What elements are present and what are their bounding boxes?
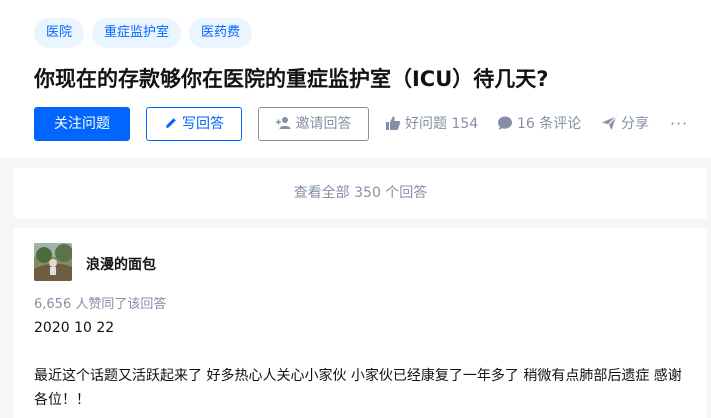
topic-tag[interactable]: 医药费 — [189, 18, 253, 48]
thumbs-up-icon — [385, 116, 405, 132]
add-user-icon — [275, 116, 296, 132]
comments-button[interactable]: 16 条评论 — [497, 107, 581, 141]
pencil-icon — [164, 116, 182, 132]
share-button[interactable]: 分享 — [601, 107, 649, 141]
question-actions: 关注问题 写回答 邀请回答 好问题 154 16 条评论 分享 ··· — [34, 107, 694, 141]
question-title[interactable]: 你现在的存款够你在医院的重症监护室（ICU）待几天? — [34, 63, 548, 93]
view-all-answers-label: 查看全部 350 个回答 — [293, 185, 428, 201]
write-answer-label: 写回答 — [182, 116, 224, 132]
topic-tags: 医院 重症监护室 医药费 — [34, 18, 253, 48]
paper-plane-icon — [601, 116, 621, 132]
answer-card: 浪漫的面包 6,656 人赞同了该回答 2020 10 22 最近这个话题又活跃… — [14, 228, 707, 418]
author-name[interactable]: 浪漫的面包 — [86, 254, 156, 274]
invite-answer-label: 邀请回答 — [295, 116, 352, 132]
view-all-answers-button[interactable]: 查看全部 350 个回答 — [14, 168, 707, 218]
invite-answer-button[interactable]: 邀请回答 — [258, 107, 369, 141]
topic-tag[interactable]: 医院 — [34, 18, 85, 48]
answer-content: 最近这个话题又活跃起来了 好多热心人关心小家伙 小家伙已经康复了一年多了 稍微有… — [34, 368, 682, 408]
share-label: 分享 — [621, 116, 649, 132]
write-answer-button[interactable]: 写回答 — [146, 107, 242, 141]
good-question-button[interactable]: 好问题 154 — [385, 107, 478, 141]
follow-question-label: 关注问题 — [54, 116, 110, 132]
question-header: 医院 重症监护室 医药费 你现在的存款够你在医院的重症监护室（ICU）待几天? … — [0, 0, 711, 158]
more-options-button[interactable]: ··· — [670, 107, 688, 141]
comment-bubble-icon — [497, 116, 517, 132]
follow-question-button[interactable]: 关注问题 — [34, 107, 130, 141]
topic-tag[interactable]: 重症监护室 — [92, 18, 182, 48]
comments-label: 16 条评论 — [517, 116, 582, 132]
answer-date: 2020 10 22 — [34, 320, 115, 336]
more-dots-icon: ··· — [670, 114, 689, 133]
upvote-count: 6,656 人赞同了该回答 — [34, 297, 167, 312]
good-question-label: 好问题 154 — [405, 116, 479, 132]
avatar[interactable] — [34, 243, 72, 281]
